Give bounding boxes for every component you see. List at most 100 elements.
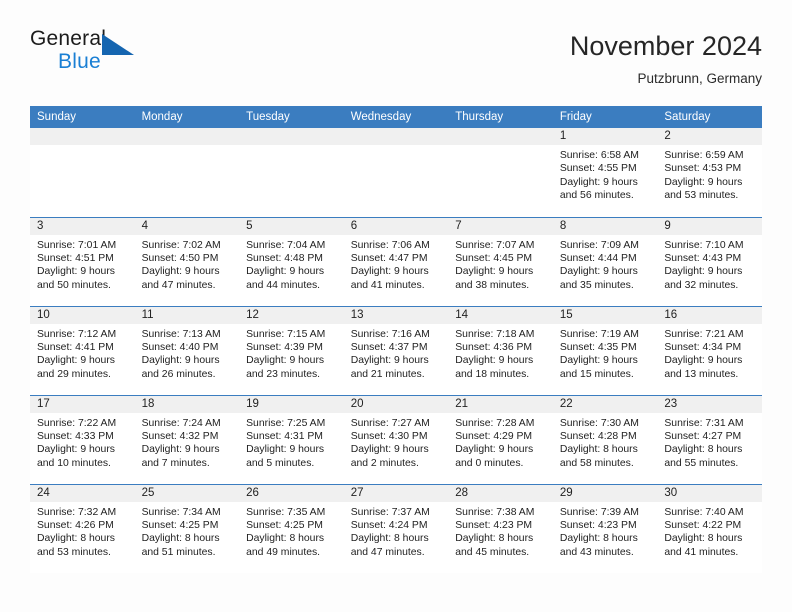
sunset-text: Sunset: 4:25 PM (141, 519, 219, 531)
calendar-day-cell[interactable]: 8 Sunrise: 7:09 AM Sunset: 4:44 PM Daylight… (552, 216, 658, 306)
general-blue-logo[interactable]: General Blue (30, 28, 150, 84)
sunset-text: Sunset: 4:39 PM (246, 341, 323, 353)
sunset-text: Sunset: 4:30 PM (350, 430, 428, 442)
calendar-day-cell[interactable]: 24 Sunrise: 7:32 AM Sunset: 4:26 PM Dayligh… (30, 483, 135, 573)
day-details: Sunrise: 7:09 AM Sunset: 4:44 PM Daylight:… (553, 235, 658, 293)
weekday-header-sunday: Sunday (30, 106, 135, 128)
daylight-text: Daylight: 9 hours and 56 minutes. (559, 176, 638, 202)
weekday-header-monday: Monday (134, 106, 240, 128)
daylight-text: Daylight: 9 hours and 50 minutes. (37, 266, 115, 291)
sunset-text: Sunset: 4:37 PM (350, 341, 428, 353)
sunset-text: Sunset: 4:22 PM (664, 519, 742, 531)
calendar-day-cell[interactable]: 22 Sunrise: 7:30 AM Sunset: 4:28 PM Dayligh… (552, 394, 658, 484)
day-number: 3 (30, 217, 135, 235)
calendar-day-cell[interactable]: 11 Sunrise: 7:13 AM Sunset: 4:40 PM Dayligh… (134, 305, 240, 395)
sunset-text: Sunset: 4:24 PM (350, 519, 428, 531)
daylight-text: Daylight: 8 hours and 45 minutes. (455, 533, 534, 558)
calendar-day-cell[interactable]: 25 Sunrise: 7:34 AM Sunset: 4:25 PM Dayligh… (134, 483, 240, 573)
day-number: 9 (657, 217, 762, 235)
sunrise-text: Sunrise: 7:12 AM (37, 328, 117, 340)
sunset-text: Sunset: 4:55 PM (559, 163, 637, 175)
daylight-text: Daylight: 8 hours and 49 minutes. (246, 533, 325, 558)
day-number: 2 (657, 128, 762, 145)
calendar-day-cell[interactable]: 28 Sunrise: 7:38 AM Sunset: 4:23 PM Dayligh… (448, 483, 553, 573)
sunset-text: Sunset: 4:29 PM (455, 430, 533, 442)
calendar-day-cell[interactable]: 27 Sunrise: 7:37 AM Sunset: 4:24 PM Dayligh… (343, 483, 449, 573)
sunset-text: Sunset: 4:51 PM (37, 252, 114, 264)
sunrise-text: Sunrise: 7:16 AM (350, 328, 430, 340)
sunset-text: Sunset: 4:35 PM (559, 341, 637, 353)
calendar-day-cell[interactable]: 2 Sunrise: 6:59 AM Sunset: 4:53 PM Daylight… (657, 128, 762, 217)
sunset-text: Sunset: 4:28 PM (559, 430, 637, 442)
sunrise-text: Sunrise: 7:28 AM (455, 417, 535, 429)
daylight-text: Daylight: 9 hours and 23 minutes. (246, 355, 325, 380)
sunrise-text: Sunrise: 7:13 AM (141, 328, 221, 340)
calendar-day-cell[interactable]: 21 Sunrise: 7:28 AM Sunset: 4:29 PM Dayligh… (448, 394, 553, 484)
day-number: 15 (552, 306, 658, 324)
day-number: 16 (657, 306, 762, 324)
calendar-day-cell[interactable]: 3 Sunrise: 7:01 AM Sunset: 4:51 PM Daylight… (30, 216, 135, 306)
calendar-day-cell[interactable]: 14 Sunrise: 7:18 AM Sunset: 4:36 PM Dayligh… (448, 305, 553, 395)
sunrise-text: Sunrise: 7:07 AM (455, 239, 535, 251)
calendar-day-cell[interactable]: 26 Sunrise: 7:35 AM Sunset: 4:25 PM Dayligh… (239, 483, 344, 573)
calendar-day-cell[interactable]: 29 Sunrise: 7:39 AM Sunset: 4:23 PM Dayligh… (552, 483, 658, 573)
calendar-day-cell[interactable]: 15 Sunrise: 7:19 AM Sunset: 4:35 PM Dayligh… (552, 305, 658, 395)
sunrise-text: Sunrise: 7:01 AM (37, 239, 117, 251)
sunset-text: Sunset: 4:41 PM (37, 341, 114, 353)
sunrise-text: Sunrise: 7:04 AM (246, 239, 326, 251)
day-number: 5 (239, 217, 344, 235)
calendar-day-cell[interactable]: 30 Sunrise: 7:40 AM Sunset: 4:22 PM Dayligh… (657, 483, 762, 573)
page-subtitle: Putzbrunn, Germany (637, 71, 762, 87)
daylight-text: Daylight: 9 hours and 35 minutes. (559, 266, 638, 291)
day-number: 30 (657, 484, 762, 502)
day-details: Sunrise: 7:01 AM Sunset: 4:51 PM Daylight:… (30, 235, 135, 293)
sunrise-text: Sunrise: 7:09 AM (559, 239, 639, 251)
sunrise-text: Sunrise: 7:06 AM (350, 239, 430, 251)
day-number: 22 (552, 395, 658, 413)
sunset-text: Sunset: 4:26 PM (37, 519, 114, 531)
calendar-week-row: 1 Sunrise: 6:58 AM Sunset: 4:55 PM Daylight… (30, 128, 762, 217)
sunrise-text: Sunrise: 7:37 AM (350, 506, 430, 518)
calendar-day-cell[interactable]: 9 Sunrise: 7:10 AM Sunset: 4:43 PM Daylight… (657, 216, 762, 306)
calendar-day-cell[interactable]: 18 Sunrise: 7:24 AM Sunset: 4:32 PM Dayligh… (134, 394, 240, 484)
sunrise-text: Sunrise: 7:32 AM (37, 506, 117, 518)
sunrise-text: Sunrise: 7:18 AM (455, 328, 535, 340)
calendar-day-cell[interactable]: 23 Sunrise: 7:31 AM Sunset: 4:27 PM Dayligh… (657, 394, 762, 484)
calendar-day-cell[interactable]: 17 Sunrise: 7:22 AM Sunset: 4:33 PM Dayligh… (30, 394, 135, 484)
day-number: 17 (30, 395, 135, 413)
sunrise-text: Sunrise: 7:10 AM (664, 239, 744, 251)
day-details: Sunrise: 7:32 AM Sunset: 4:26 PM Daylight:… (30, 502, 135, 560)
calendar-day-cell[interactable]: 10 Sunrise: 7:12 AM Sunset: 4:41 PM Dayligh… (30, 305, 135, 395)
calendar-day-cell[interactable]: 19 Sunrise: 7:25 AM Sunset: 4:31 PM Dayligh… (239, 394, 344, 484)
day-number: 24 (30, 484, 135, 502)
daylight-text: Daylight: 9 hours and 13 minutes. (664, 355, 743, 380)
day-details: Sunrise: 7:19 AM Sunset: 4:35 PM Daylight:… (553, 324, 658, 382)
day-details: Sunrise: 7:27 AM Sunset: 4:30 PM Daylight:… (344, 413, 449, 471)
day-details: Sunrise: 7:10 AM Sunset: 4:43 PM Daylight:… (657, 235, 762, 293)
calendar-day-cell[interactable]: 16 Sunrise: 7:21 AM Sunset: 4:34 PM Dayligh… (657, 305, 762, 395)
day-number: 20 (343, 395, 449, 413)
calendar-day-cell[interactable]: 7 Sunrise: 7:07 AM Sunset: 4:45 PM Daylight… (448, 216, 553, 306)
calendar-grid: Sunday Monday Tuesday Wednesday Thursday… (30, 106, 762, 573)
daylight-text: Daylight: 9 hours and 10 minutes. (37, 444, 115, 469)
calendar-day-cell[interactable]: 12 Sunrise: 7:15 AM Sunset: 4:39 PM Dayligh… (239, 305, 344, 395)
sunset-text: Sunset: 4:23 PM (455, 519, 533, 531)
sunset-text: Sunset: 4:43 PM (664, 252, 742, 264)
sunset-text: Sunset: 4:27 PM (664, 430, 742, 442)
calendar-day-cell[interactable]: 20 Sunrise: 7:27 AM Sunset: 4:30 PM Dayligh… (343, 394, 449, 484)
weekday-header-wednesday: Wednesday (343, 106, 449, 128)
calendar-page: General Blue November 2024 Putzbrunn, Ge… (0, 0, 792, 612)
calendar-day-cell[interactable]: 6 Sunrise: 7:06 AM Sunset: 4:47 PM Daylight… (343, 216, 449, 306)
calendar-day-cell[interactable]: 13 Sunrise: 7:16 AM Sunset: 4:37 PM Dayligh… (343, 305, 449, 395)
sunset-text: Sunset: 4:32 PM (141, 430, 219, 442)
daylight-text: Daylight: 8 hours and 55 minutes. (664, 444, 743, 469)
day-number (343, 128, 449, 145)
calendar-day-cell[interactable]: 5 Sunrise: 7:04 AM Sunset: 4:48 PM Daylight… (239, 216, 344, 306)
day-details: Sunrise: 7:15 AM Sunset: 4:39 PM Daylight:… (239, 324, 344, 382)
sunrise-text: Sunrise: 7:38 AM (455, 506, 535, 518)
day-details: Sunrise: 7:22 AM Sunset: 4:33 PM Daylight:… (30, 413, 135, 471)
day-details: Sunrise: 7:16 AM Sunset: 4:37 PM Daylight:… (344, 324, 449, 382)
calendar-day-cell[interactable]: 1 Sunrise: 6:58 AM Sunset: 4:55 PM Daylight… (552, 128, 658, 217)
calendar-day-cell[interactable]: 4 Sunrise: 7:02 AM Sunset: 4:50 PM Daylight… (134, 216, 240, 306)
sunset-text: Sunset: 4:45 PM (455, 252, 533, 264)
